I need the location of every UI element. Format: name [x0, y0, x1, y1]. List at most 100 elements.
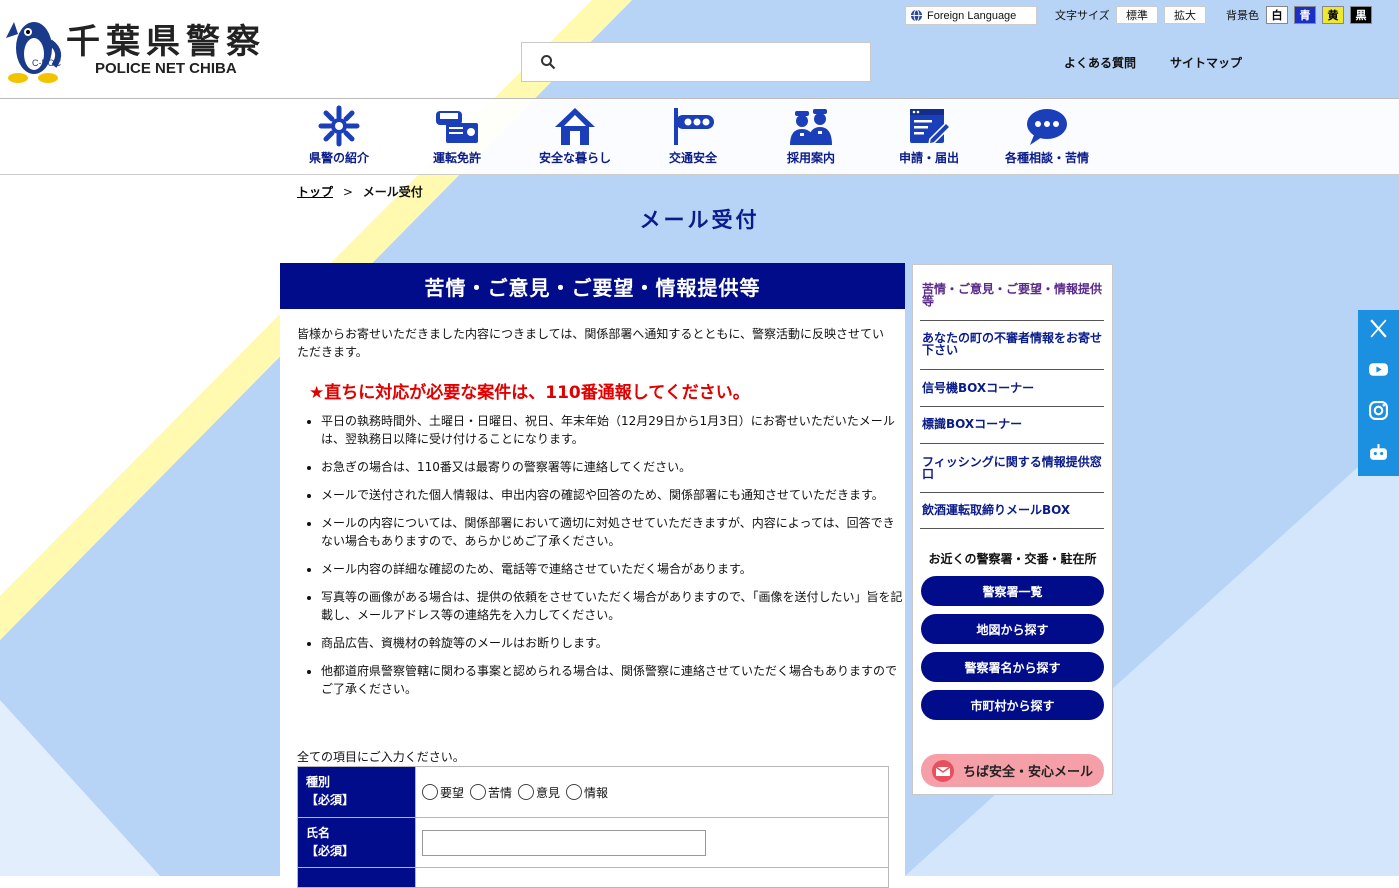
sidebar-divider: [920, 492, 1104, 493]
sidebar-divider: [920, 369, 1104, 370]
name-field-cell: [415, 817, 889, 868]
site-title[interactable]: 千葉県警察: [66, 14, 266, 63]
form-edit-icon: [910, 109, 952, 145]
nav-label: 交通安全: [668, 151, 717, 165]
next-field-cell: [415, 867, 889, 888]
instagram-icon[interactable]: [1368, 400, 1389, 421]
list-item: 写真等の画像がある場合は、提供の依頼をさせていただく場合がありますので、「画像を…: [321, 588, 906, 624]
inquiry-form: 種別 【必須】 要望 苦情 意見 情報 氏名 【必須】: [297, 766, 889, 888]
mail-icon: [932, 759, 954, 782]
type-radio-group: 要望 苦情 意見 情報: [422, 784, 882, 801]
required-label: 【必須】: [306, 844, 355, 858]
list-item: 他都道府県警察管轄に関わる事案と認められる場合は、関係警察に連絡させていただく場…: [321, 662, 906, 698]
sidebar-divider: [920, 443, 1104, 444]
search-icon[interactable]: [540, 54, 556, 70]
sidebar-divider: [920, 406, 1104, 407]
type-field-label: 種別 【必須】: [297, 766, 416, 818]
nav-item-safety[interactable]: 安全な暮らし: [516, 103, 634, 169]
site-subtitle: POLICE NET CHIBA: [95, 60, 237, 77]
nav-item-traffic[interactable]: 交通安全: [634, 103, 752, 169]
type-option-opinion[interactable]: 意見: [518, 784, 560, 801]
chatbot-icon[interactable]: [1368, 442, 1389, 463]
nav-item-application[interactable]: 申請・届出: [870, 103, 988, 169]
breadcrumb: トップ > メール受付: [297, 183, 423, 200]
nav-divider: [0, 174, 1399, 175]
x-icon[interactable]: [1368, 318, 1389, 339]
type-option-info[interactable]: 情報: [566, 784, 608, 801]
radio-label: 苦情: [488, 785, 513, 800]
station-heading: お近くの警察署・交番・駐在所: [928, 552, 1097, 566]
nav-item-about[interactable]: 県警の紹介: [280, 103, 398, 169]
nav-label: 採用案内: [786, 151, 835, 165]
type-option-request[interactable]: 要望: [422, 784, 464, 801]
station-list-button[interactable]: 警察署一覧: [921, 576, 1104, 606]
breadcrumb-home-link[interactable]: トップ: [297, 185, 333, 199]
police-emblem-icon: [318, 105, 360, 147]
radio-button[interactable]: [422, 784, 438, 800]
faq-link[interactable]: よくある質問: [1064, 54, 1136, 71]
foreign-language-label: Foreign Language: [927, 9, 1017, 22]
intro-text: 皆様からお寄せいただきました内容につきましては、関係部署へ通知するとともに、警察…: [297, 327, 885, 359]
safety-mail-label: ちば安全・安心メール: [963, 765, 1094, 780]
globe-icon: [910, 9, 923, 22]
sidebar-link-complaints[interactable]: 苦情・ご意見・ご要望・情報提供等: [922, 283, 1104, 307]
social-links-bar: [1358, 310, 1399, 476]
radio-button[interactable]: [518, 784, 535, 800]
speech-bubble-icon: [1027, 109, 1067, 145]
nav-item-license[interactable]: 運転免許: [398, 103, 516, 169]
sidebar-divider: [920, 528, 1104, 529]
driver-license-icon: [436, 111, 478, 143]
radio-label: 情報: [584, 785, 609, 800]
municipality-search-button[interactable]: 市町村から探す: [921, 690, 1104, 720]
bg-white-button[interactable]: 白: [1266, 6, 1288, 24]
bg-black-button[interactable]: 黒: [1350, 6, 1372, 24]
list-item: 平日の執務時間外、土曜日・日曜日、祝日、年末年始（12月29日から1月3日）にお…: [321, 412, 906, 448]
house-icon: [555, 108, 595, 145]
table-row: 種別 【必須】 要望 苦情 意見 情報: [297, 766, 889, 818]
sidebar-link-drunk-driving[interactable]: 飲酒運転取締りメールBOX: [922, 504, 1104, 516]
list-item: メールの内容については、関係部署において適切に対処させていただきますが、内容によ…: [321, 514, 906, 550]
nav-item-consultation[interactable]: 各種相談・苦情: [988, 103, 1106, 169]
list-item: お急ぎの場合は、110番又は最寄りの警察署等に連絡してください。: [321, 458, 906, 476]
safety-mail-button[interactable]: ちば安全・安心メール: [921, 754, 1104, 787]
nav-label: 県警の紹介: [308, 151, 369, 165]
sitemap-link[interactable]: サイトマップ: [1170, 54, 1242, 71]
bg-yellow-button[interactable]: 黄: [1322, 6, 1344, 24]
table-row: 氏名 【必須】: [297, 817, 889, 868]
name-field-label: 氏名 【必須】: [297, 817, 416, 868]
nav-label: 各種相談・苦情: [1004, 151, 1089, 165]
sidebar-link-suspicious[interactable]: あなたの町の不審者情報をお寄せ下さい: [922, 332, 1104, 356]
traffic-signal-icon: [674, 108, 714, 145]
name-input[interactable]: [422, 829, 706, 856]
required-label: 【必須】: [306, 793, 355, 807]
sidebar-link-signal-box[interactable]: 信号機BOXコーナー: [922, 382, 1104, 394]
search-box[interactable]: [521, 42, 871, 82]
breadcrumb-separator: >: [342, 185, 353, 199]
font-size-large-button[interactable]: 拡大: [1164, 6, 1206, 24]
page-title: メール受付: [639, 208, 760, 232]
mascot-logo-icon[interactable]: [4, 12, 66, 86]
bg-blue-button[interactable]: 青: [1294, 6, 1316, 24]
section-heading: 苦情・ご意見・ご要望・情報提供等: [280, 263, 905, 309]
list-item: メールで送付された個人情報は、申出内容の確認や回答のため、関係部署にも通知させて…: [321, 486, 906, 504]
list-item: 商品広告、資機材の斡旋等のメールはお断りします。: [321, 634, 906, 652]
type-label: 種別: [306, 775, 331, 789]
nav-label: 安全な暮らし: [538, 151, 611, 165]
search-input[interactable]: [566, 49, 866, 77]
nav-item-recruit[interactable]: 採用案内: [752, 103, 870, 169]
next-field-label: [297, 867, 416, 888]
radio-button[interactable]: [566, 784, 583, 800]
foreign-language-button[interactable]: Foreign Language: [905, 6, 1037, 25]
sidebar-link-phishing[interactable]: フィッシングに関する情報提供窓口: [922, 456, 1104, 480]
radio-label: 意見: [536, 785, 561, 800]
youtube-icon[interactable]: [1368, 359, 1389, 380]
map-search-button[interactable]: 地図から探す: [921, 614, 1104, 644]
nav-label: 運転免許: [432, 151, 481, 165]
officers-icon: [790, 109, 832, 145]
station-name-search-button[interactable]: 警察署名から探す: [921, 652, 1104, 682]
type-option-complaint[interactable]: 苦情: [470, 784, 512, 801]
font-size-standard-button[interactable]: 標準: [1116, 6, 1158, 24]
radio-button[interactable]: [470, 784, 487, 800]
font-size-label: 文字サイズ: [1055, 9, 1110, 22]
sidebar-link-sign-box[interactable]: 標識BOXコーナー: [922, 418, 1104, 430]
